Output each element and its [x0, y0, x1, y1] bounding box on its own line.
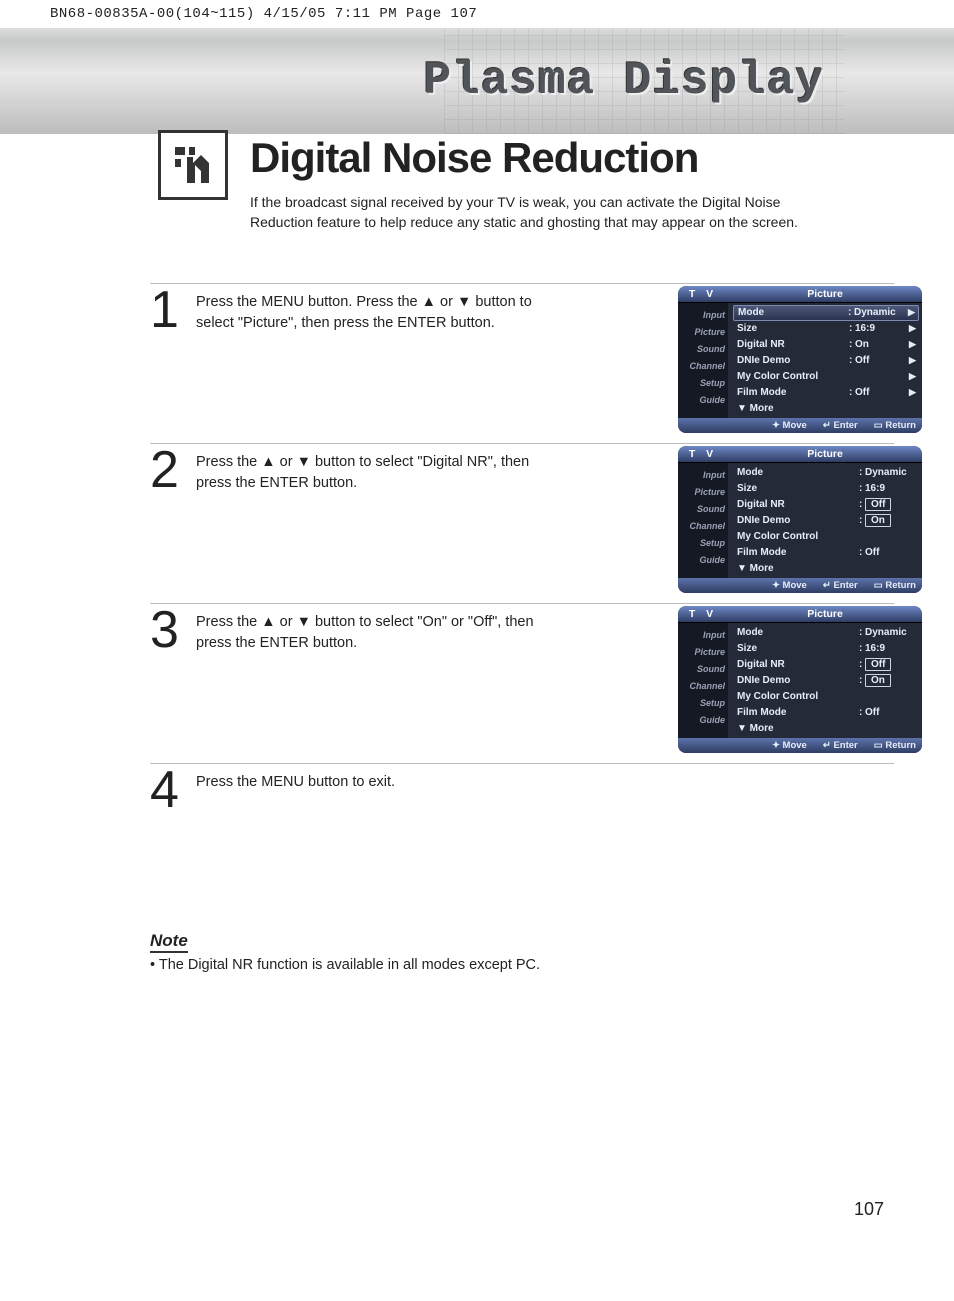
step-number: 3: [150, 610, 186, 753]
osd-panel-1: T V Picture Input Picture Sound Channel …: [678, 286, 922, 433]
step-number: 1: [150, 290, 186, 433]
step-3: 3 Press the ▲ or ▼ button to select "On"…: [150, 603, 894, 763]
page-title: Digital Noise Reduction: [250, 134, 894, 182]
banner-title: Plasma Display: [424, 55, 824, 107]
osd-category: Picture: [728, 286, 922, 302]
print-header: BN68-00835A-00(104~115) 4/15/05 7:11 PM …: [0, 0, 954, 28]
osd-panel-3: T V Picture Input Picture Sound Channel …: [678, 606, 922, 753]
note-title: Note: [150, 931, 188, 953]
step-text: Press the MENU button. Press the ▲ or ▼ …: [196, 290, 566, 433]
step-text: Press the ▲ or ▼ button to select "Digit…: [196, 450, 566, 593]
step-number: 4: [150, 770, 186, 812]
banner: Plasma Display: [0, 28, 954, 134]
step-2: 2 Press the ▲ or ▼ button to select "Dig…: [150, 443, 894, 603]
step-text: Press the ▲ or ▼ button to select "On" o…: [196, 610, 566, 753]
osd-sidebar: Input Picture Sound Channel Setup Guide: [678, 303, 728, 418]
step-4: 4 Press the MENU button to exit.: [150, 763, 894, 822]
page-number: 107: [854, 1199, 884, 1220]
osd-panel-2: T V Picture Input Picture Sound Channel …: [678, 446, 922, 593]
note-body: • The Digital NR function is available i…: [150, 957, 894, 973]
osd-main: Mode:Dynamic▶ Size:16:9▶ Digital NR:On▶ …: [728, 303, 922, 418]
step-1: 1 Press the MENU button. Press the ▲ or …: [150, 283, 894, 443]
section-icon: [158, 130, 228, 200]
osd-footer: ✦ Move ↵ Enter ▭ Return: [678, 418, 922, 433]
note-section: Note • The Digital NR function is availa…: [150, 931, 894, 973]
osd-tv-label: T V: [678, 286, 728, 302]
intro-text: If the broadcast signal received by your…: [250, 192, 830, 233]
step-text: Press the MENU button to exit.: [196, 770, 395, 812]
step-number: 2: [150, 450, 186, 593]
